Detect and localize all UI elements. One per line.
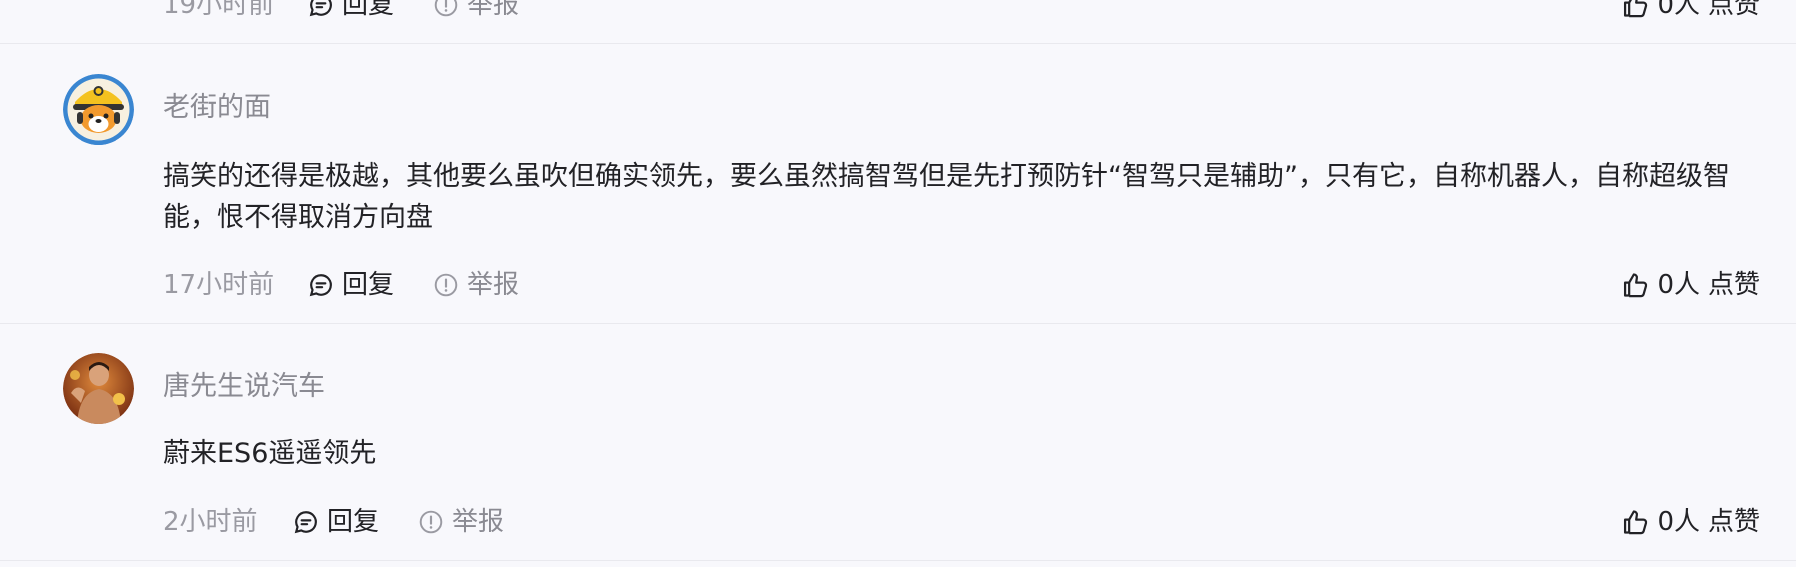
like-count: 0人 [1657,0,1700,20]
avatar[interactable] [63,353,134,424]
reply-button[interactable]: 回复 [308,267,394,303]
like-label: 点赞 [1707,0,1760,20]
like-button[interactable]: 0人 点赞 [1621,267,1760,303]
person-photo-avatar-icon [63,353,134,424]
warning-circle-icon [434,273,458,297]
reply-label: 回复 [327,507,380,537]
reply-label: 回复 [342,270,395,300]
comment-author[interactable]: 唐先生说汽车 [163,369,325,405]
thumbs-up-icon [1624,0,1648,18]
avatar[interactable] [63,74,134,145]
comment-text: 搞笑的还得是极越，其他要么虽吹但确实领先，要么虽然搞智驾但是先打预防针“智驾只是… [163,161,1730,233]
like-button[interactable]: 0人 点赞 [1621,504,1760,540]
like-label: 点赞 [1707,507,1760,537]
comment-meta-row: 2小时前 回复 举报 0人 点赞 [163,504,1760,540]
comment-time: 17小时前 [163,270,275,300]
comment-time: 2小时前 [163,507,258,537]
report-label: 举报 [452,507,505,537]
warning-circle-icon [419,510,443,534]
report-button[interactable]: 举报 [433,267,519,303]
comment-item: 老街的面 搞笑的还得是极越，其他要么虽吹但确实领先，要么虽然搞智驾但是先打预防针… [0,44,1796,324]
report-button[interactable]: 举报 [418,504,504,540]
reply-button[interactable]: 回复 [308,0,394,23]
chat-bubble-icon [294,511,317,534]
chat-bubble-icon [309,274,332,297]
reply-button[interactable]: 回复 [293,504,379,540]
like-label: 点赞 [1707,270,1760,300]
thumbs-up-icon [1624,510,1648,535]
report-button[interactable]: 举报 [433,0,519,23]
comment-item: 唐先生说汽车 蔚来ES6遥遥领先 2小时前 回复 举报 0人 点赞 [0,324,1796,561]
cartoon-dog-avatar-icon [63,74,134,145]
thumbs-up-icon [1624,273,1648,298]
comment-text: 蔚来ES6遥遥领先 [163,438,377,469]
comment-list: 19小时前 回复 举报 0人 点赞 老街的面 搞笑的还得是极越，其他要么虽吹但确… [0,0,1796,567]
comment-item: 19小时前 回复 举报 0人 点赞 [0,0,1796,44]
warning-circle-icon [434,0,458,17]
comment-meta-row: 17小时前 回复 举报 0人 点赞 [163,267,1760,303]
report-label: 举报 [467,270,520,300]
like-button[interactable]: 0人 点赞 [1621,0,1760,23]
reply-label: 回复 [342,0,395,20]
report-label: 举报 [467,0,520,20]
chat-bubble-icon [309,0,332,17]
like-count: 0人 [1657,507,1700,537]
comment-author[interactable]: 老街的面 [163,90,271,126]
comment-time: 19小时前 [163,0,275,20]
comment-meta-row: 19小时前 回复 举报 0人 点赞 [163,0,1760,23]
like-count: 0人 [1657,270,1700,300]
